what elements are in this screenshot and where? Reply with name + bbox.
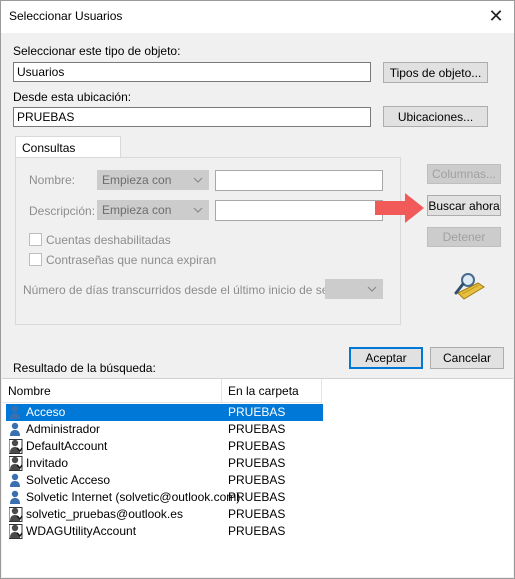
disabled-user-icon <box>8 507 23 522</box>
locations-button[interactable]: Ubicaciones... <box>383 106 488 127</box>
pointer-arrow-icon <box>375 193 424 223</box>
results-label: Resultado de la búsqueda: <box>13 361 156 375</box>
close-icon[interactable]: ✕ <box>478 1 514 31</box>
location-label: Desde esta ubicación: <box>13 90 132 104</box>
row-name: Acceso <box>26 405 66 419</box>
name-mode-value: Empieza con <box>102 173 172 187</box>
no-expire-label: Contraseñas que nunca expiran <box>46 253 217 267</box>
name-mode-select[interactable]: Empieza con <box>97 170 209 190</box>
search-now-button[interactable]: Buscar ahora <box>427 195 501 216</box>
user-icon <box>9 490 23 505</box>
row-folder: PRUEBAS <box>228 439 286 453</box>
row-folder: PRUEBAS <box>228 422 286 436</box>
row-folder: PRUEBAS <box>228 473 286 487</box>
description-label: Descripción: <box>29 204 96 218</box>
ok-button[interactable]: Aceptar <box>349 347 423 369</box>
disabled-accounts-label: Cuentas deshabilitadas <box>46 233 171 247</box>
stop-button[interactable]: Detener <box>427 227 501 247</box>
row-name: Solvetic Acceso <box>26 473 111 487</box>
row-folder: PRUEBAS <box>228 507 286 521</box>
tab-common-queries[interactable]: Consultas comunes <box>15 136 121 169</box>
columns-button[interactable]: Columnas... <box>427 164 501 184</box>
column-header-name[interactable]: Nombre <box>2 379 222 403</box>
row-folder: PRUEBAS <box>228 405 286 419</box>
user-icon <box>9 473 23 488</box>
title-bar: Seleccionar Usuarios ✕ <box>1 1 514 33</box>
disabled-user-icon <box>8 456 23 471</box>
chevron-down-icon <box>367 283 377 297</box>
table-row[interactable]: Solvetic Internet (solvetic@outlook.com)… <box>6 489 323 506</box>
table-row[interactable]: Administrador PRUEBAS <box>6 421 323 438</box>
row-name: Solvetic Internet (solvetic@outlook.com) <box>26 490 241 504</box>
table-row[interactable]: DefaultAccount PRUEBAS <box>6 438 323 455</box>
row-folder: PRUEBAS <box>228 524 286 538</box>
table-row[interactable]: Acceso PRUEBAS <box>6 404 323 421</box>
dialog-title: Seleccionar Usuarios <box>9 9 123 23</box>
user-icon <box>9 422 23 437</box>
description-input[interactable] <box>215 200 383 221</box>
select-users-dialog: Seleccionar Usuarios ✕ Seleccionar este … <box>0 0 515 579</box>
row-name: solvetic_pruebas@outlook.es <box>26 507 183 521</box>
name-label: Nombre: <box>29 173 76 187</box>
column-header-folder[interactable]: En la carpeta <box>222 379 322 403</box>
disabled-user-icon <box>8 439 23 454</box>
cancel-button[interactable]: Cancelar <box>430 347 504 369</box>
object-type-label: Seleccionar este tipo de objeto: <box>13 44 181 58</box>
row-name: Invitado <box>26 456 69 470</box>
table-row[interactable]: Invitado PRUEBAS <box>6 455 323 472</box>
row-folder: PRUEBAS <box>228 490 286 504</box>
table-row[interactable]: Solvetic Acceso PRUEBAS <box>6 472 323 489</box>
object-type-field[interactable]: Usuarios <box>13 62 371 82</box>
object-types-button[interactable]: Tipos de objeto... <box>383 62 488 83</box>
chevron-down-icon <box>193 204 203 218</box>
chevron-down-icon <box>193 174 203 188</box>
location-field[interactable]: PRUEBAS <box>13 107 371 127</box>
days-label: Número de días transcurridos desde el úl… <box>23 283 354 297</box>
row-name: WDAGUtilityAccount <box>26 524 137 538</box>
user-icon <box>9 405 23 420</box>
name-input[interactable] <box>215 170 383 191</box>
description-mode-value: Empieza con <box>102 203 172 217</box>
table-row[interactable]: WDAGUtilityAccount PRUEBAS <box>6 523 323 540</box>
row-folder: PRUEBAS <box>228 456 286 470</box>
results-list[interactable]: Nombre En la carpeta Acceso PRUEBAS Admini… <box>2 378 513 577</box>
search-magnifier-icon <box>454 273 485 300</box>
disabled-accounts-checkbox[interactable] <box>29 233 42 246</box>
disabled-user-icon <box>8 524 23 539</box>
description-mode-select[interactable]: Empieza con <box>97 200 209 220</box>
row-name: DefaultAccount <box>26 439 108 453</box>
row-name: Administrador <box>26 422 101 436</box>
no-expire-checkbox[interactable] <box>29 253 42 266</box>
days-select[interactable] <box>325 279 383 299</box>
table-row[interactable]: solvetic_pruebas@outlook.es PRUEBAS <box>6 506 323 523</box>
